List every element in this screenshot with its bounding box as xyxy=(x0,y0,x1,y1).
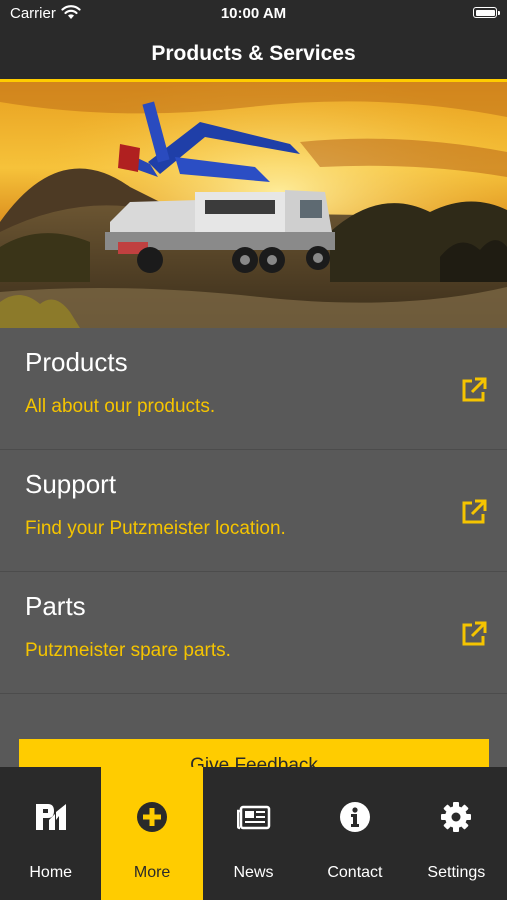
info-circle-icon xyxy=(339,802,370,832)
newspaper-icon xyxy=(236,805,270,830)
tab-label: Home xyxy=(29,864,73,881)
tab-label: Contact xyxy=(327,864,383,881)
gear-icon xyxy=(441,802,472,832)
menu-item-title: Parts xyxy=(25,591,86,621)
tab-news[interactable]: News xyxy=(203,767,304,900)
menu-item-support[interactable]: Support Find your Putzmeister location. xyxy=(0,450,507,572)
tab-more[interactable]: More xyxy=(101,767,203,900)
menu-item-subtitle: All about our products. xyxy=(25,396,216,417)
menu-item-title: Products xyxy=(25,347,128,377)
menu-item-subtitle: Putzmeister spare parts. xyxy=(25,640,231,661)
tab-bar: Home More News Contact Settings xyxy=(0,767,507,900)
putzmeister-logo-icon xyxy=(35,804,66,830)
tab-label: News xyxy=(233,864,274,881)
tab-label: More xyxy=(133,864,171,881)
status-bar: Carrier 10:00 AM xyxy=(0,0,507,28)
clock: 10:00 AM xyxy=(220,5,287,22)
battery-icon xyxy=(473,7,500,18)
hero-image xyxy=(0,82,507,328)
menu-list: Products All about our products. Support… xyxy=(0,328,507,694)
menu-item-parts[interactable]: Parts Putzmeister spare parts. xyxy=(0,572,507,694)
external-link-icon[interactable] xyxy=(460,498,488,526)
external-link-icon[interactable] xyxy=(460,376,488,404)
tab-label: Settings xyxy=(427,864,486,881)
plus-circle-icon xyxy=(137,802,168,832)
external-link-icon[interactable] xyxy=(460,620,488,648)
navigation-bar: Products & Services xyxy=(0,28,507,82)
concrete-pump-truck-image xyxy=(0,82,507,328)
menu-item-title: Support xyxy=(25,469,117,499)
tab-settings[interactable]: Settings xyxy=(406,767,507,900)
menu-item-subtitle: Find your Putzmeister location. xyxy=(25,518,286,539)
menu-item-products[interactable]: Products All about our products. xyxy=(0,328,507,450)
tab-contact[interactable]: Contact xyxy=(304,767,405,900)
tab-home[interactable]: Home xyxy=(0,767,101,900)
page-title: Products & Services xyxy=(151,41,356,65)
